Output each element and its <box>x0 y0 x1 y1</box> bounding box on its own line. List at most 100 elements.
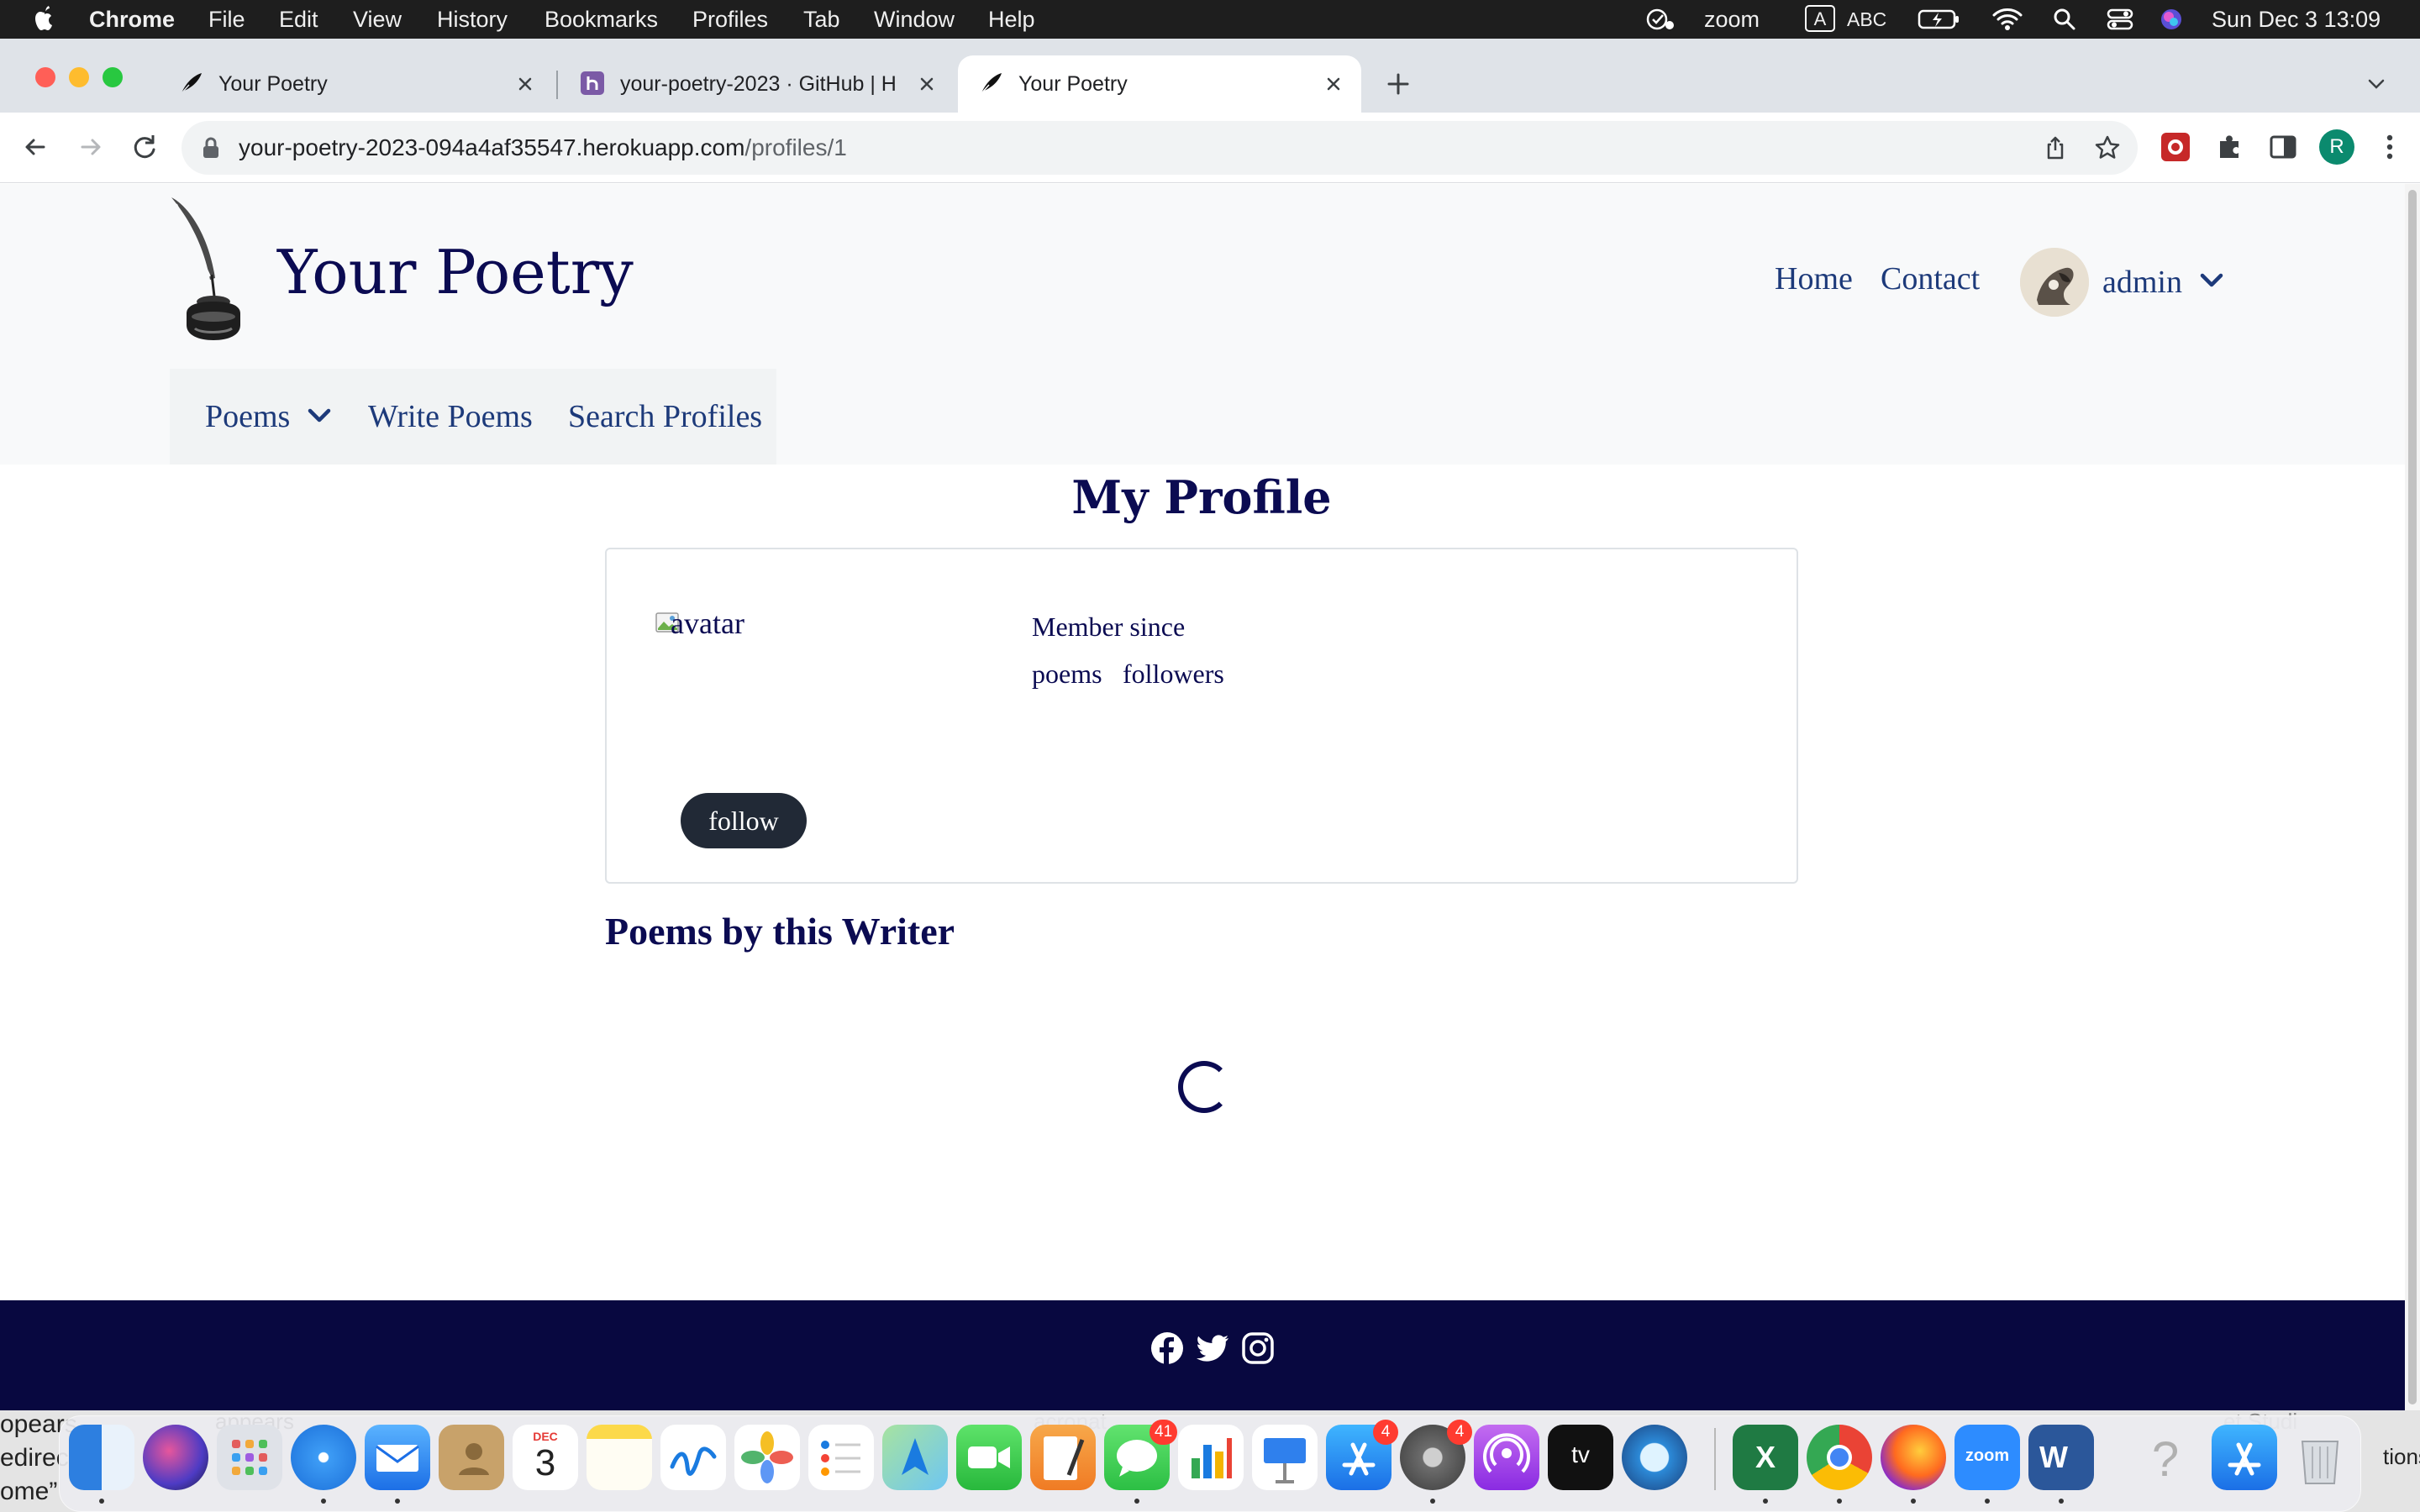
menu-tab[interactable]: Tab <box>803 7 840 32</box>
window-close-icon[interactable] <box>35 67 55 87</box>
menu-view[interactable]: View <box>353 7 402 32</box>
facebook-icon[interactable] <box>1150 1331 1185 1366</box>
follow-button[interactable]: follow <box>681 793 807 848</box>
trash-dock-icon[interactable] <box>2287 1425 2353 1490</box>
user-avatar[interactable] <box>2020 248 2089 317</box>
word-dock-icon[interactable]: W <box>2028 1425 2094 1490</box>
pages-dock-icon[interactable] <box>1030 1425 1096 1490</box>
new-tab-plus-icon[interactable] <box>1385 71 1412 97</box>
nav-user-dropdown[interactable]: admin <box>2102 263 2182 302</box>
quill-inkwell-logo-icon[interactable] <box>165 194 254 345</box>
excel-dock-icon[interactable]: X <box>1733 1425 1798 1490</box>
reminders-dock-icon[interactable] <box>808 1425 874 1490</box>
nav-home-link[interactable]: Home <box>1775 260 1853 298</box>
address-bar[interactable]: your-poetry-2023-094a4af35547.herokuapp.… <box>182 121 2138 175</box>
help-dock-icon[interactable]: ? <box>2133 1425 2198 1490</box>
keynote-dock-icon[interactable] <box>1252 1425 1318 1490</box>
menu-bookmarks[interactable]: Bookmarks <box>544 7 658 32</box>
menu-clock[interactable]: Sun Dec 3 13:09 <box>2212 7 2381 32</box>
settings-running-dot <box>1430 1499 1435 1504</box>
firefox-dock-icon[interactable] <box>1881 1425 1946 1490</box>
zoom-status-label[interactable]: zoom <box>1704 7 1760 32</box>
profile-avatar-button[interactable]: R <box>2319 129 2354 165</box>
macos-menu-bar: Chrome File Edit View History Bookmarks … <box>0 0 2420 39</box>
spotlight-search-icon[interactable] <box>2052 7 2077 32</box>
chrome-center-icon <box>1827 1445 1852 1470</box>
photos-dock-icon[interactable] <box>734 1425 800 1490</box>
menu-window[interactable]: Window <box>874 7 955 32</box>
lock-icon[interactable] <box>200 136 222 160</box>
battery-charging-icon[interactable] <box>1918 7 1961 32</box>
app-store-badge: 4 <box>1373 1420 1398 1445</box>
tv-label-icon: tv <box>1571 1441 1590 1467</box>
quicktime-dock-icon[interactable] <box>1622 1425 1687 1490</box>
input-source-label[interactable]: ABC <box>1847 7 1886 32</box>
freeform-dock-icon[interactable] <box>660 1425 726 1490</box>
tab-search-chevron-icon[interactable] <box>2365 72 2388 96</box>
tab-github[interactable]: your-poetry-2023 · GitHub | H <box>561 55 951 113</box>
input-source-letter[interactable]: A <box>1805 5 1835 32</box>
back-arrow-icon[interactable] <box>18 130 52 164</box>
extensions-puzzle-icon[interactable] <box>2213 131 2245 163</box>
siri-icon[interactable] <box>2158 7 2185 32</box>
menu-file[interactable]: File <box>208 7 245 32</box>
video-camera-icon <box>968 1446 1010 1468</box>
focus-check-icon[interactable] <box>1644 7 1677 32</box>
bookmark-star-icon[interactable] <box>2094 134 2121 161</box>
tab-title: Your Poetry <box>1018 72 1128 96</box>
menu-history[interactable]: History <box>437 7 508 32</box>
share-icon[interactable] <box>2042 134 2069 161</box>
wifi-icon[interactable] <box>1991 7 2023 32</box>
facetime-dock-icon[interactable] <box>956 1425 1022 1490</box>
chrome-menu-kebab-icon[interactable] <box>2375 131 2405 163</box>
control-center-icon[interactable] <box>2106 7 2134 32</box>
tab-your-poetry-1[interactable]: Your Poetry <box>160 55 550 113</box>
mail-running-dot <box>395 1499 400 1504</box>
tab-close-icon[interactable] <box>513 71 538 97</box>
extension-red-icon[interactable] <box>2160 131 2191 163</box>
safari-dock-icon[interactable] <box>291 1425 356 1490</box>
twitter-icon[interactable] <box>1195 1331 1230 1366</box>
siri-dock-icon[interactable] <box>143 1425 208 1490</box>
zoom-dock-icon[interactable]: zoom <box>1954 1425 2020 1490</box>
forward-arrow-icon[interactable] <box>74 130 108 164</box>
menu-app-name[interactable]: Chrome <box>89 7 175 32</box>
notes-dock-icon[interactable] <box>587 1425 652 1490</box>
calendar-dock-icon[interactable]: DEC 3 <box>513 1425 578 1490</box>
maps-dock-icon[interactable] <box>882 1425 948 1490</box>
nav-contact-link[interactable]: Contact <box>1881 260 1980 298</box>
chevron-down-icon[interactable] <box>2198 270 2225 291</box>
url-text[interactable]: your-poetry-2023-094a4af35547.herokuapp.… <box>239 134 847 161</box>
tab-close-icon[interactable] <box>1321 71 1346 97</box>
finder-dock-icon[interactable] <box>69 1425 134 1490</box>
numbers-dock-icon[interactable] <box>1178 1425 1244 1490</box>
tab-close-icon[interactable] <box>914 71 939 97</box>
site-brand-title[interactable]: Your Poetry <box>277 236 634 308</box>
nav-search-profiles-link[interactable]: Search Profiles <box>568 397 762 436</box>
contact-person-icon <box>459 1443 489 1475</box>
chrome-dock-icon[interactable] <box>1807 1425 1872 1490</box>
nav-write-poems-link[interactable]: Write Poems <box>368 397 533 436</box>
page-scrollbar-thumb[interactable] <box>2408 190 2417 1404</box>
menu-help[interactable]: Help <box>988 7 1035 32</box>
apple-tv-dock-icon[interactable]: tv <box>1548 1425 1613 1490</box>
mail-dock-icon[interactable] <box>365 1425 430 1490</box>
menu-edit[interactable]: Edit <box>279 7 318 32</box>
instagram-icon[interactable] <box>1240 1331 1276 1366</box>
background-text: tions <box>2383 1444 2420 1469</box>
menu-profiles[interactable]: Profiles <box>692 7 768 32</box>
side-panel-icon[interactable] <box>2267 131 2299 163</box>
window-minimize-icon[interactable] <box>69 67 89 87</box>
app-store-2-dock-icon[interactable] <box>2212 1425 2277 1490</box>
chevron-down-icon[interactable] <box>306 406 333 426</box>
messages-badge: 41 <box>1150 1420 1178 1445</box>
apple-logo-icon[interactable] <box>32 3 57 34</box>
reload-icon[interactable] <box>128 130 161 164</box>
podcasts-dock-icon[interactable] <box>1474 1425 1539 1490</box>
launchpad-dock-icon[interactable] <box>217 1425 282 1490</box>
contacts-dock-icon[interactable] <box>439 1425 504 1490</box>
background-text: ome” <box>0 1478 58 1505</box>
window-zoom-icon[interactable] <box>103 67 123 87</box>
nav-poems-dropdown[interactable]: Poems <box>205 397 290 436</box>
tab-your-poetry-active[interactable]: Your Poetry <box>958 55 1361 113</box>
